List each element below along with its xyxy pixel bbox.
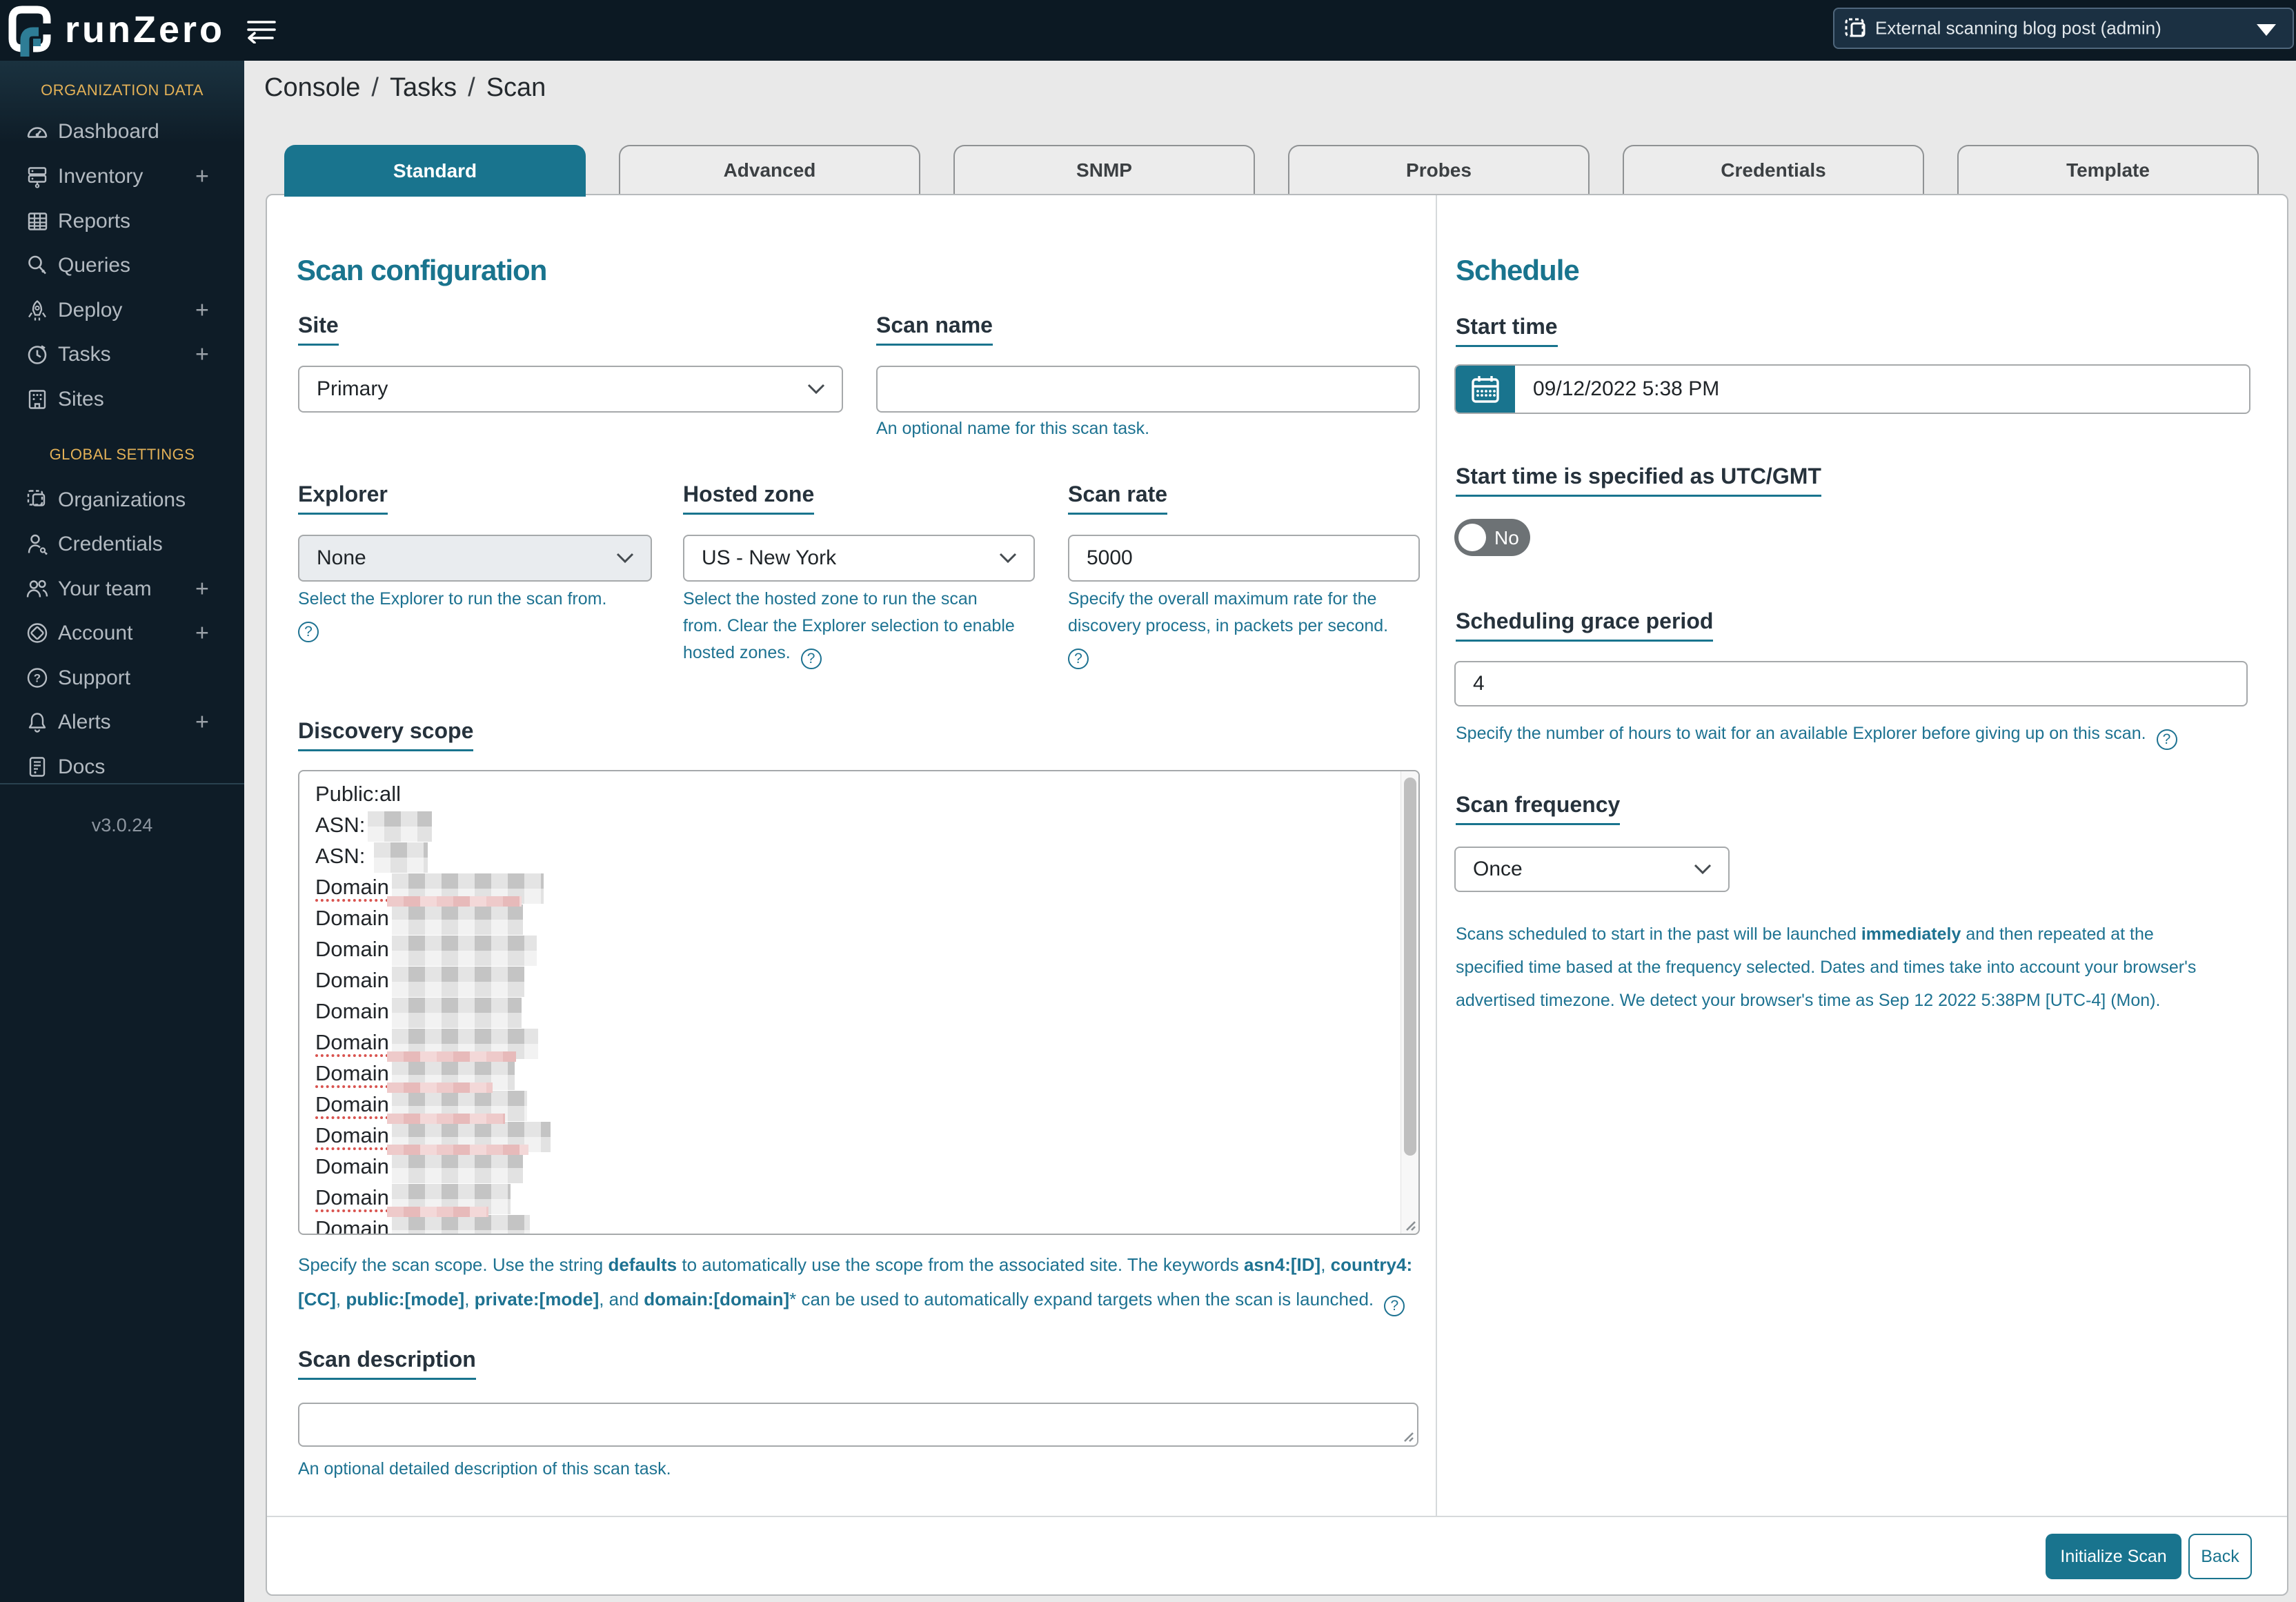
svg-text:?: ?: [34, 671, 41, 684]
